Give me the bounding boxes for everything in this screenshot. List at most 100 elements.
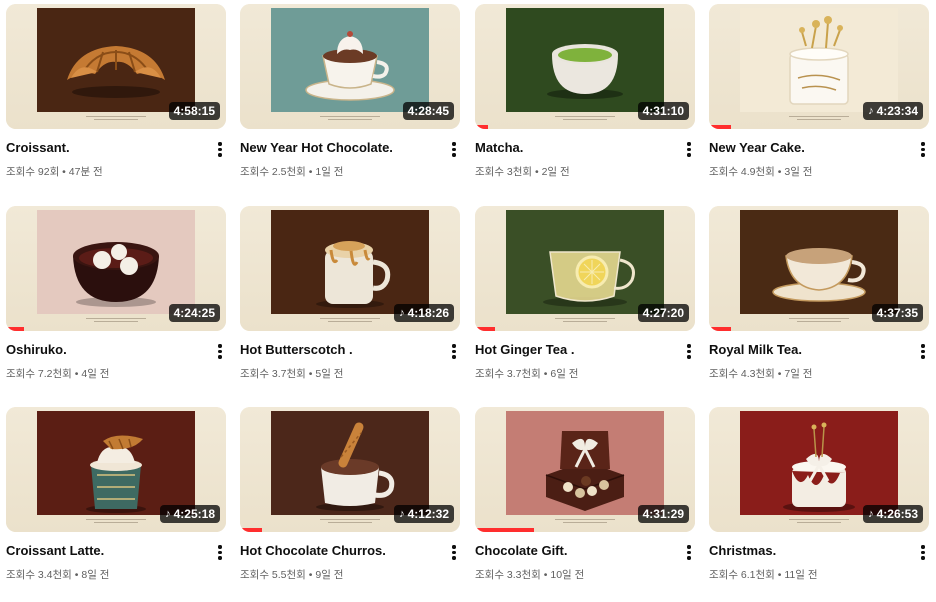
duration-badge: 4:27:20 bbox=[637, 304, 689, 322]
video-card[interactable]: 4:27:20 Hot Ginger Tea . 조회수 3.7천회 • 6일 … bbox=[475, 206, 695, 401]
upload-age: 47분 전 bbox=[68, 166, 103, 178]
duration-text: 4:23:34 bbox=[876, 104, 918, 118]
upload-age: 6일 전 bbox=[550, 368, 579, 380]
handwritten-caption bbox=[318, 316, 382, 326]
view-count: 조회수 4.3천회 bbox=[709, 368, 775, 380]
duration-text: 4:24:25 bbox=[173, 306, 215, 320]
music-note-icon: ♪ bbox=[399, 307, 405, 319]
duration-text: 4:58:15 bbox=[173, 104, 215, 118]
video-card[interactable]: 4:31:10 Matcha. 조회수 3천회 • 2일 전 bbox=[475, 4, 695, 199]
video-title[interactable]: New Year Cake. bbox=[709, 140, 909, 155]
watch-progress-bar bbox=[6, 327, 24, 331]
video-card[interactable]: 4:58:15 Croissant. 조회수 92회 • 47분 전 bbox=[6, 4, 226, 199]
music-note-icon: ♪ bbox=[165, 508, 171, 520]
video-thumbnail[interactable]: ♪ 4:23:34 bbox=[709, 4, 929, 129]
video-thumbnail[interactable]: 4:27:20 bbox=[475, 206, 695, 331]
video-title[interactable]: Royal Milk Tea. bbox=[709, 342, 909, 357]
video-title[interactable]: Croissant Latte. bbox=[6, 543, 206, 558]
more-options-icon[interactable] bbox=[214, 342, 226, 362]
thumbnail-art bbox=[740, 411, 898, 515]
video-meta: 조회수 2.5천회 • 1일 전 bbox=[240, 164, 343, 179]
video-title[interactable]: Chocolate Gift. bbox=[475, 543, 675, 558]
thumbnail-art bbox=[37, 411, 195, 515]
video-card[interactable]: ♪ 4:23:34 New Year Cake. 조회수 4.9천회 • 3일 … bbox=[709, 4, 929, 199]
more-options-icon[interactable] bbox=[917, 140, 929, 160]
more-options-icon[interactable] bbox=[683, 543, 695, 563]
duration-badge: ♪ 4:25:18 bbox=[160, 505, 220, 523]
thumbnail-art bbox=[740, 8, 898, 112]
duration-badge: ♪ 4:23:34 bbox=[863, 102, 923, 120]
more-options-icon[interactable] bbox=[448, 543, 460, 563]
more-options-icon[interactable] bbox=[683, 342, 695, 362]
more-options-icon[interactable] bbox=[683, 140, 695, 160]
handwritten-caption bbox=[553, 114, 617, 124]
more-options-icon[interactable] bbox=[448, 140, 460, 160]
video-title[interactable]: New Year Hot Chocolate. bbox=[240, 140, 440, 155]
view-count: 조회수 5.5천회 bbox=[240, 569, 306, 581]
video-card[interactable]: ♪ 4:25:18 Croissant Latte. 조회수 3.4천회 • 8… bbox=[6, 407, 226, 602]
view-count: 조회수 3.3천회 bbox=[475, 569, 541, 581]
video-thumbnail[interactable]: ♪ 4:12:32 bbox=[240, 407, 460, 532]
view-count: 조회수 7.2천회 bbox=[6, 368, 72, 380]
upload-age: 2일 전 bbox=[541, 166, 570, 178]
more-options-icon[interactable] bbox=[917, 543, 929, 563]
more-options-icon[interactable] bbox=[214, 140, 226, 160]
handwritten-caption bbox=[84, 114, 148, 124]
watch-progress-bar bbox=[475, 528, 535, 532]
video-title[interactable]: Hot Ginger Tea . bbox=[475, 342, 675, 357]
video-card[interactable]: 4:28:45 New Year Hot Chocolate. 조회수 2.5천… bbox=[240, 4, 460, 199]
video-thumbnail[interactable]: 4:24:25 bbox=[6, 206, 226, 331]
duration-badge: 4:58:15 bbox=[168, 102, 220, 120]
duration-text: 4:27:20 bbox=[642, 306, 684, 320]
view-count: 조회수 6.1천회 bbox=[709, 569, 775, 581]
thumbnail-art bbox=[506, 8, 664, 112]
upload-age: 8일 전 bbox=[81, 569, 110, 581]
butterscotch-mug-icon bbox=[316, 241, 391, 308]
separator-dot: • bbox=[308, 569, 313, 581]
watch-progress-bar bbox=[709, 327, 731, 331]
video-title[interactable]: Hot Chocolate Churros. bbox=[240, 543, 440, 558]
thumbnail-art bbox=[37, 8, 195, 112]
separator-dot: • bbox=[543, 368, 548, 380]
oshiruko-bowl-icon bbox=[73, 242, 159, 307]
video-thumbnail[interactable]: ♪ 4:18:26 bbox=[240, 206, 460, 331]
view-count: 조회수 3.4천회 bbox=[6, 569, 72, 581]
video-card[interactable]: ♪ 4:18:26 Hot Butterscotch . 조회수 3.7천회 •… bbox=[240, 206, 460, 401]
duration-text: 4:28:45 bbox=[407, 104, 449, 118]
video-thumbnail[interactable]: 4:58:15 bbox=[6, 4, 226, 129]
video-thumbnail[interactable]: ♪ 4:25:18 bbox=[6, 407, 226, 532]
video-thumbnail[interactable]: 4:31:10 bbox=[475, 4, 695, 129]
video-meta: 조회수 3.4천회 • 8일 전 bbox=[6, 567, 109, 582]
video-thumbnail[interactable]: 4:37:35 bbox=[709, 206, 929, 331]
duration-text: 4:37:35 bbox=[876, 306, 918, 320]
video-title[interactable]: Christmas. bbox=[709, 543, 909, 558]
more-options-icon[interactable] bbox=[214, 543, 226, 563]
watch-progress-bar bbox=[709, 125, 731, 129]
view-count: 조회수 4.9천회 bbox=[709, 166, 775, 178]
separator-dot: • bbox=[74, 569, 79, 581]
video-card[interactable]: ♪ 4:26:53 Christmas. 조회수 6.1천회 • 11일 전 bbox=[709, 407, 929, 602]
thumbnail-art bbox=[740, 210, 898, 314]
video-title[interactable]: Oshiruko. bbox=[6, 342, 206, 357]
separator-dot: • bbox=[543, 569, 548, 581]
video-card[interactable]: 4:24:25 Oshiruko. 조회수 7.2천회 • 4일 전 bbox=[6, 206, 226, 401]
video-meta: 조회수 3.7천회 • 6일 전 bbox=[475, 366, 578, 381]
more-options-icon[interactable] bbox=[917, 342, 929, 362]
separator-dot: • bbox=[777, 166, 782, 178]
video-title[interactable]: Matcha. bbox=[475, 140, 675, 155]
video-card[interactable]: 4:31:29 Chocolate Gift. 조회수 3.3천회 • 10일 … bbox=[475, 407, 695, 602]
video-card[interactable]: 4:37:35 Royal Milk Tea. 조회수 4.3천회 • 7일 전 bbox=[709, 206, 929, 401]
video-thumbnail[interactable]: ♪ 4:26:53 bbox=[709, 407, 929, 532]
duration-badge: 4:31:29 bbox=[637, 505, 689, 523]
video-title[interactable]: Hot Butterscotch . bbox=[240, 342, 440, 357]
video-card[interactable]: ♪ 4:12:32 Hot Chocolate Churros. 조회수 5.5… bbox=[240, 407, 460, 602]
video-title[interactable]: Croissant. bbox=[6, 140, 206, 155]
more-options-icon[interactable] bbox=[448, 342, 460, 362]
music-note-icon: ♪ bbox=[868, 508, 874, 520]
thumbnail-art bbox=[271, 210, 429, 314]
duration-text: 4:26:53 bbox=[876, 507, 918, 521]
video-thumbnail[interactable]: 4:31:29 bbox=[475, 407, 695, 532]
video-thumbnail[interactable]: 4:28:45 bbox=[240, 4, 460, 129]
view-count: 조회수 92회 bbox=[6, 166, 60, 178]
upload-age: 5일 전 bbox=[315, 368, 344, 380]
